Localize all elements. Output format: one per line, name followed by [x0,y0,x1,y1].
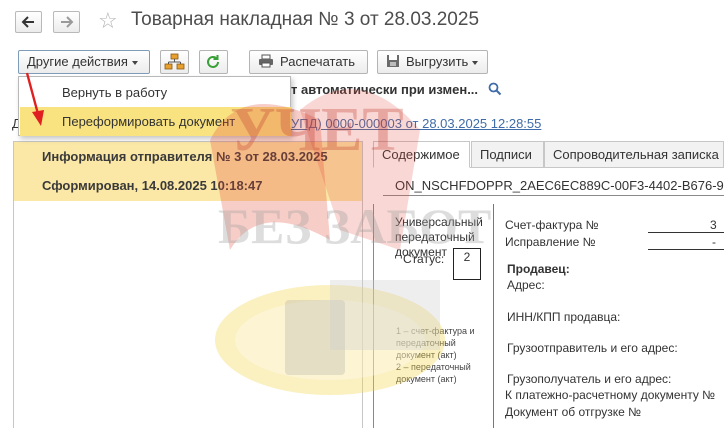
invoice-value: 3 [710,218,717,232]
universal-doc-label-1: Универсальный [395,215,483,229]
floppy-disk-icon [387,55,399,67]
seller-label: Продавец: [507,262,570,276]
back-button[interactable] [15,11,42,33]
refresh-icon [207,55,219,68]
address-label: Адрес: [507,278,545,292]
payment-doc-label: К платежно-расчетному документу № [505,388,716,402]
arrow-right-icon [61,16,74,28]
status-label: Статус: [403,252,445,266]
search-icon[interactable] [488,82,502,96]
annotation-arrow-icon [25,72,44,126]
correction-label: Исправление № [505,235,596,249]
status-value-box: 2 [453,248,481,280]
favorite-star-icon[interactable]: ☆ [98,8,118,34]
panel-header: Информация отправителя № 3 от 28.03.2025… [14,142,362,201]
printer-icon [259,54,273,68]
export-button[interactable]: Выгрузить [377,50,488,74]
shipper-label: Грузоотправитель и его адрес: [507,341,678,355]
status-note-5: документ (акт) [396,374,457,384]
document-column-divider [493,204,494,428]
exchange-info-panel: Информация отправителя № 3 от 28.03.2025… [13,141,363,428]
tab-cover-note[interactable]: Сопроводительная записка [544,141,724,168]
print-button[interactable]: Распечатать [249,50,368,74]
formed-status-line: Сформирован, 14.08.2025 10:18:47 [42,178,263,193]
arrow-left-icon [21,16,34,28]
invoice-label: Счет-фактура № [505,218,599,232]
sender-info-line[interactable]: Информация отправителя № 3 от 28.03.2025 [42,149,328,164]
auto-update-text: т автоматически при измен... [291,82,479,97]
base-document-link[interactable]: УПД) 0000-000003 от 28.03.2025 12:28:55 [291,116,541,131]
correction-value: - [712,235,716,249]
shipment-doc-label: Документ об отгрузке № [505,405,642,419]
tab-signatures[interactable]: Подписи [471,141,544,168]
document-border [373,204,374,428]
consignee-label: Грузополучатель и его адрес: [507,372,672,386]
status-note-4: 2 – передаточный [396,362,471,372]
refresh-button[interactable] [199,50,228,74]
print-label: Распечатать [280,54,356,69]
inn-kpp-label: ИНН/КПП продавца: [507,310,621,324]
export-label: Выгрузить [406,54,469,69]
chevron-down-icon [472,60,479,65]
hierarchy-icon [164,53,185,70]
status-note-1: 1 – счет-фактура и [396,326,475,336]
forward-button[interactable] [53,11,80,33]
other-actions-label: Другие действия [27,54,128,69]
chevron-down-icon [131,60,138,65]
universal-doc-label-2: передаточный [395,230,475,244]
structure-button[interactable] [160,50,189,74]
status-note-3: документ (акт) [396,350,457,360]
document-filename: ON_NSCHFDOPPR_2AEC6EC889C-00F3-4402-B676… [383,177,724,196]
status-note-2: передаточный [396,338,456,348]
invoice-underline [648,232,724,233]
tab-content[interactable]: Содержимое [373,141,470,168]
correction-underline [648,249,724,250]
page-title: Товарная накладная № 3 от 28.03.2025 [131,9,480,30]
